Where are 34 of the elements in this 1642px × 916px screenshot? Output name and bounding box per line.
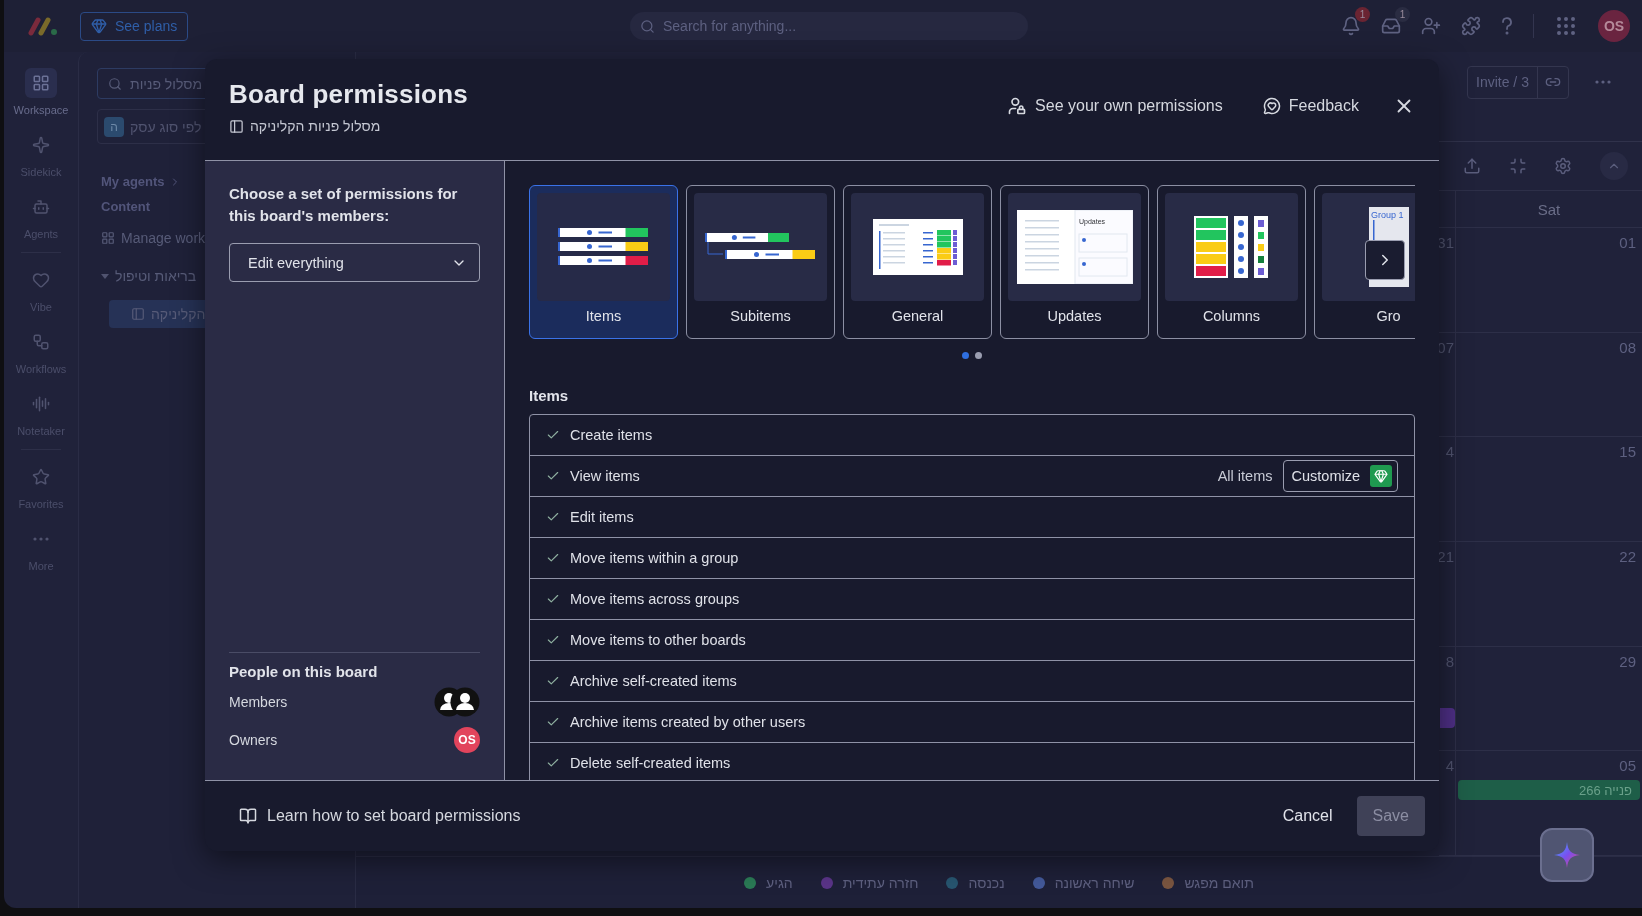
- date-number: 05: [1619, 757, 1637, 775]
- date-number: 15: [1619, 443, 1637, 461]
- permission-label: Archive items created by other users: [570, 714, 807, 730]
- permission-label: Move items to other boards: [570, 632, 747, 648]
- permission-label: Move items across groups: [570, 591, 741, 607]
- date-number: 01: [1619, 234, 1637, 251]
- owner-avatar: OS: [454, 727, 480, 753]
- weekday-header: Sat: [1455, 191, 1642, 227]
- section-heading: Items: [529, 387, 570, 404]
- date-number: 22: [1619, 548, 1637, 565]
- permission-label: View items: [570, 468, 641, 484]
- owners-label: Owners: [229, 732, 278, 748]
- legend-label: הגיע: [766, 874, 793, 891]
- legend-label: תואם מפגש: [1184, 874, 1254, 891]
- legend-label: נכנסה: [968, 874, 1005, 891]
- permission-label: Create items: [570, 427, 654, 443]
- permission-label: Move items within a group: [570, 550, 740, 566]
- permission-label: Delete self-created items: [570, 755, 732, 771]
- permission-label: Archive self-created items: [570, 673, 738, 689]
- people-heading: People on this board: [229, 663, 379, 680]
- scope-label: All items: [1217, 468, 1273, 484]
- board-name: מסלול פניות הקליניקה: [250, 118, 381, 134]
- members-label: Members: [229, 694, 288, 710]
- date-number: 08: [1619, 338, 1637, 356]
- date-number: 29: [1619, 652, 1637, 670]
- workspace-badge: ה: [104, 116, 124, 137]
- legend-label: שיחה ראשונה: [1054, 874, 1135, 891]
- legend-label: חזרה עתידית: [842, 874, 919, 891]
- notification-count: 1: [1355, 7, 1370, 22]
- inbox-count: 1: [1395, 7, 1410, 22]
- permissions-prompt: Choose a set of permissions for this board's members:: [229, 184, 459, 226]
- section-heading: Content: [100, 199, 152, 214]
- dialog-title: Board permissions: [229, 79, 468, 110]
- permission-label: Edit items: [570, 509, 635, 525]
